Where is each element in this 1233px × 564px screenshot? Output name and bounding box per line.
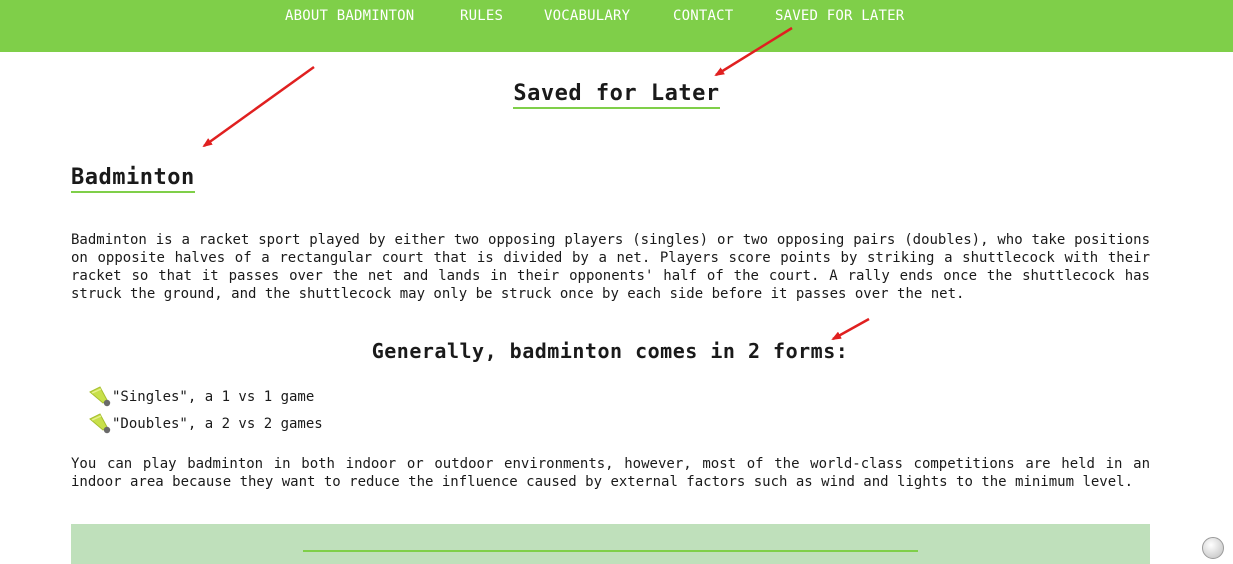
section-title-text: Badminton [71, 165, 195, 193]
shuttlecock-icon [89, 386, 111, 407]
list-item-text: "Doubles", a 2 vs 2 games [112, 416, 323, 432]
list-item-doubles: "Doubles", a 2 vs 2 games [88, 413, 323, 435]
nav-vocabulary[interactable]: VOCABULARY [544, 8, 630, 24]
page-title: Saved for Later [0, 81, 1233, 109]
scroll-to-top-ball-icon[interactable] [1202, 537, 1224, 559]
nav-about-badminton[interactable]: ABOUT BADMINTON [285, 8, 414, 24]
page-title-text: Saved for Later [513, 81, 720, 109]
forms-subheading: Generally, badminton comes in 2 forms: [371, 339, 849, 363]
top-nav: ABOUT BADMINTON RULES VOCABULARY CONTACT… [0, 0, 1233, 52]
list-item-text: "Singles", a 1 vs 1 game [112, 389, 315, 405]
section-title: Badminton [71, 165, 195, 193]
list-item-singles: "Singles", a 1 vs 1 game [88, 386, 314, 408]
nav-contact[interactable]: CONTACT [673, 8, 733, 24]
annotation-arrow [202, 65, 315, 148]
nav-saved-for-later[interactable]: SAVED FOR LATER [775, 8, 904, 24]
environment-paragraph: You can play badminton in both indoor or… [71, 456, 1150, 490]
shuttlecock-icon [89, 413, 111, 434]
nav-rules[interactable]: RULES [460, 8, 503, 24]
intro-paragraph: Badminton is a racket sport played by ei… [71, 232, 1150, 302]
annotation-arrow [831, 317, 870, 341]
content-panel [71, 524, 1150, 564]
